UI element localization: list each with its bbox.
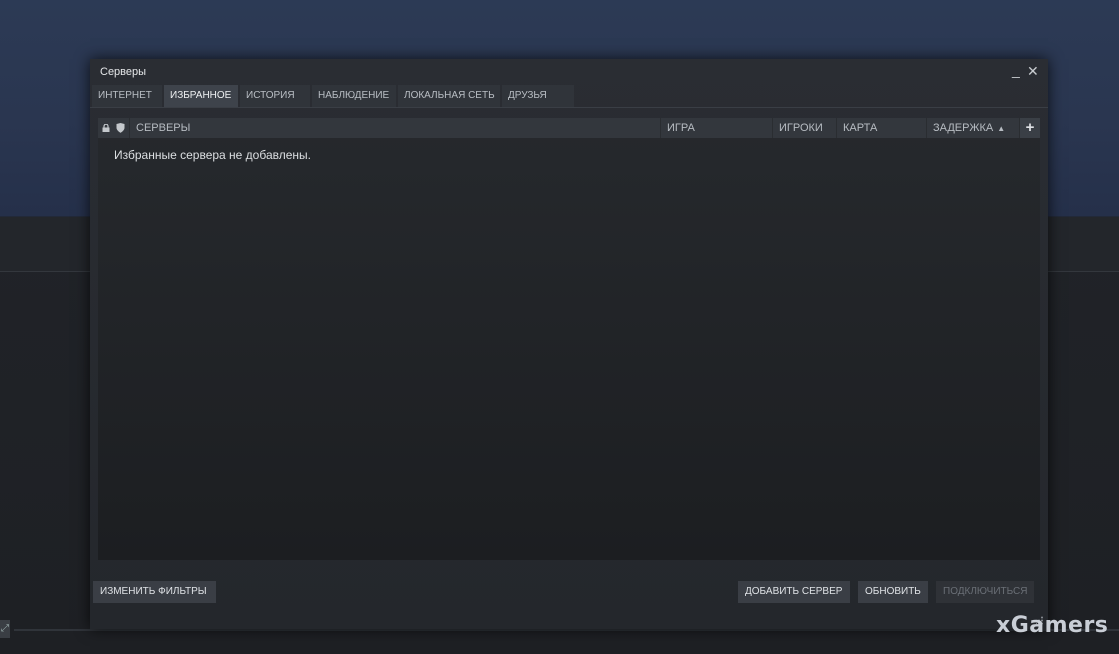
background-edge-button[interactable]: ⤢: [0, 620, 10, 638]
tab-internet[interactable]: ИНТЕРНЕТ: [92, 85, 162, 107]
column-players[interactable]: ИГРОКИ: [773, 118, 837, 138]
minimize-button[interactable]: _: [1012, 62, 1020, 78]
server-list[interactable]: СЕРВЕРЫ ИГРА ИГРОКИ КАРТА ЗАДЕРЖКА ▲ + Из…: [98, 118, 1040, 560]
shield-icon: [116, 123, 125, 133]
window-title: Серверы: [100, 66, 147, 78]
sort-ascending-icon: ▲: [997, 124, 1006, 133]
close-button[interactable]: ✕: [1027, 63, 1039, 80]
empty-list-message: Избранные сервера не добавлены.: [114, 148, 311, 162]
column-game[interactable]: ИГРА: [661, 118, 773, 138]
tab-lan[interactable]: ЛОКАЛЬНАЯ СЕТЬ: [398, 85, 500, 107]
watermark-logo: xGamers: [996, 613, 1109, 638]
column-header-row: СЕРВЕРЫ ИГРА ИГРОКИ КАРТА ЗАДЕРЖКА ▲ +: [98, 118, 1040, 138]
tab-friends[interactable]: ДРУЗЬЯ: [502, 85, 574, 107]
tab-spectate[interactable]: НАБЛЮДЕНИЕ: [312, 85, 396, 107]
tab-bar: ИНТЕРНЕТ ИЗБРАННОЕ ИСТОРИЯ НАБЛЮДЕНИЕ ЛО…: [92, 85, 576, 107]
tab-history[interactable]: ИСТОРИЯ: [240, 85, 310, 107]
add-column-button[interactable]: +: [1020, 118, 1040, 138]
servers-window: Серверы _ ✕ ИНТЕРНЕТ ИЗБРАННОЕ ИСТОРИЯ Н…: [90, 59, 1048, 629]
column-map[interactable]: КАРТА: [837, 118, 927, 138]
connect-button[interactable]: ПОДКЛЮЧИТЬСЯ: [936, 581, 1034, 603]
tab-favorites[interactable]: ИЗБРАННОЕ: [164, 85, 238, 107]
column-icons[interactable]: [98, 118, 130, 138]
column-latency-label: ЗАДЕРЖКА: [933, 122, 994, 134]
change-filters-button[interactable]: ИЗМЕНИТЬ ФИЛЬТРЫ: [93, 581, 216, 603]
column-latency[interactable]: ЗАДЕРЖКА ▲: [927, 118, 1020, 138]
add-server-button[interactable]: ДОБАВИТЬ СЕРВЕР: [738, 581, 850, 603]
background-divider: [14, 629, 1119, 631]
refresh-button[interactable]: ОБНОВИТЬ: [858, 581, 928, 603]
column-servers[interactable]: СЕРВЕРЫ: [130, 118, 661, 138]
tab-divider: [90, 107, 1048, 108]
lock-icon: [102, 124, 110, 132]
